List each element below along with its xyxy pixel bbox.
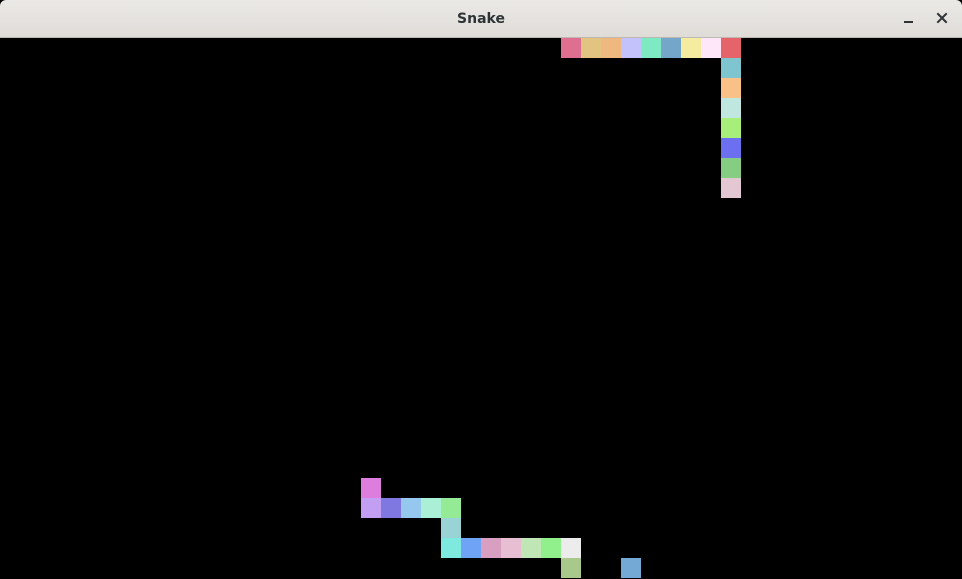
snake-1-segment (721, 138, 741, 158)
snake-2-segment (421, 498, 441, 518)
snake-2-segment (561, 538, 581, 558)
snake-1-segment (721, 78, 741, 98)
food-item (621, 558, 641, 578)
snake-1-segment (661, 38, 681, 58)
snake-1-segment (601, 38, 621, 58)
snake-1-segment (721, 98, 741, 118)
snake-2-segment (441, 538, 461, 558)
window-title: Snake (457, 11, 505, 27)
snake-1-head (561, 38, 581, 58)
snake-2-segment (441, 498, 461, 518)
snake-1-segment (721, 58, 741, 78)
minimize-icon (904, 21, 913, 23)
snake-1-segment (681, 38, 701, 58)
snake-window: Snake (0, 0, 962, 579)
snake-1-segment (721, 158, 741, 178)
snake-2-segment (441, 518, 461, 538)
snake-1-segment (721, 118, 741, 138)
snake-2-segment (461, 538, 481, 558)
snake-1-segment (721, 178, 741, 198)
snake-2-segment (521, 538, 541, 558)
snake-2-segment (361, 498, 381, 518)
title-bar[interactable]: Snake (0, 0, 962, 38)
snake-2-segment (381, 498, 401, 518)
snake-2-head (361, 478, 381, 498)
snake-1-segment (621, 38, 641, 58)
minimize-button[interactable] (899, 9, 919, 29)
snake-1-segment (701, 38, 721, 58)
close-icon (936, 12, 948, 24)
game-board[interactable] (1, 38, 961, 579)
snake-2-segment (561, 558, 581, 578)
snake-2-segment (501, 538, 521, 558)
snake-1-segment (641, 38, 661, 58)
snake-2-segment (401, 498, 421, 518)
snake-2-segment (541, 538, 561, 558)
snake-1-segment (581, 38, 601, 58)
close-button[interactable] (932, 9, 952, 29)
snake-2-segment (481, 538, 501, 558)
snake-1-segment (721, 38, 741, 58)
